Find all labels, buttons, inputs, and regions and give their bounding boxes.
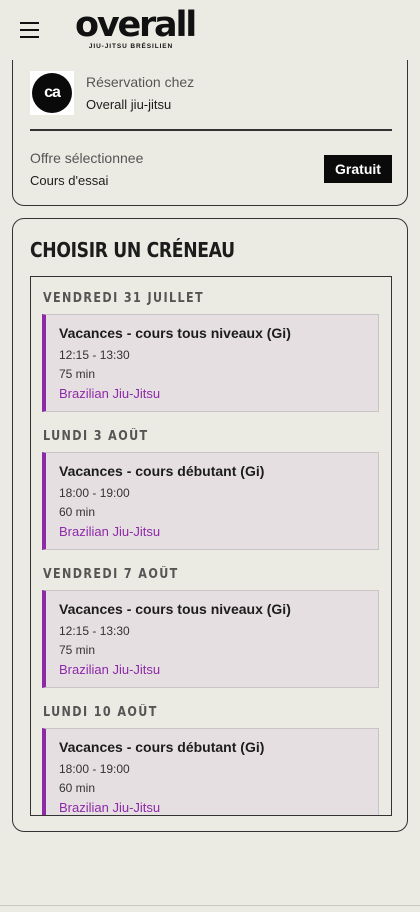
- class-discipline: Brazilian Jiu-Jitsu: [59, 524, 161, 539]
- class-duration: 75 min: [59, 367, 96, 381]
- slot-picker-card: CHOISIR UN CRÉNEAU VENDREDI 31 JUILLET V…: [12, 218, 408, 832]
- day-heading: VENDREDI 31 JUILLET: [43, 291, 205, 306]
- slot-card[interactable]: Vacances - cours débutant (Gi) 18:00 - 1…: [42, 728, 379, 815]
- day-heading: LUNDI 3 AOÛT: [43, 429, 149, 444]
- slot-card[interactable]: Vacances - cours tous niveaux (Gi) 12:15…: [42, 314, 379, 412]
- class-time: 18:00 - 19:00: [59, 762, 130, 776]
- top-bar: overall JIU-JITSU BRÉSILIEN: [0, 0, 420, 60]
- day-heading: VENDREDI 7 AOÛT: [43, 567, 179, 582]
- class-title: Vacances - cours débutant (Gi): [59, 463, 265, 479]
- divider: [30, 129, 392, 131]
- class-discipline: Brazilian Jiu-Jitsu: [59, 662, 161, 677]
- offer-label: Offre sélectionnee: [30, 150, 144, 166]
- class-duration: 75 min: [59, 643, 96, 657]
- logo-tagline: JIU-JITSU BRÉSILIEN: [88, 43, 174, 50]
- class-title: Vacances - cours débutant (Gi): [59, 739, 265, 755]
- class-discipline: Brazilian Jiu-Jitsu: [59, 800, 161, 815]
- section-title: CHOISIR UN CRÉNEAU: [30, 238, 235, 262]
- day-heading: LUNDI 10 AOÛT: [43, 705, 158, 720]
- class-time: 12:15 - 13:30: [59, 624, 130, 638]
- class-title: Vacances - cours tous niveaux (Gi): [59, 325, 291, 341]
- class-duration: 60 min: [59, 505, 96, 519]
- slot-card[interactable]: Vacances - cours tous niveaux (Gi) 12:15…: [42, 590, 379, 688]
- class-title: Vacances - cours tous niveaux (Gi): [59, 601, 291, 617]
- slot-card[interactable]: Vacances - cours débutant (Gi) 18:00 - 1…: [42, 452, 379, 550]
- bottom-divider: [0, 905, 420, 906]
- offer-value: Cours d'essai: [30, 173, 109, 188]
- class-time: 12:15 - 13:30: [59, 348, 130, 362]
- price-badge: Gratuit: [324, 155, 392, 183]
- slot-list[interactable]: VENDREDI 31 JUILLET Vacances - cours tou…: [30, 276, 392, 816]
- gym-logo-mark: ca: [32, 73, 72, 113]
- gym-name: Overall jiu-jitsu: [86, 97, 172, 112]
- booking-label: Réservation chez: [86, 74, 195, 90]
- gym-logo: ca: [30, 71, 74, 115]
- menu-icon[interactable]: [20, 21, 39, 38]
- class-duration: 60 min: [59, 781, 96, 795]
- class-discipline: Brazilian Jiu-Jitsu: [59, 386, 161, 401]
- class-time: 18:00 - 19:00: [59, 486, 130, 500]
- brand-logo[interactable]: overall JIU-JITSU BRÉSILIEN: [75, 5, 197, 52]
- booking-summary-card: ca Réservation chez Overall jiu-jitsu Of…: [12, 40, 408, 206]
- logo-wordmark: overall: [75, 5, 197, 45]
